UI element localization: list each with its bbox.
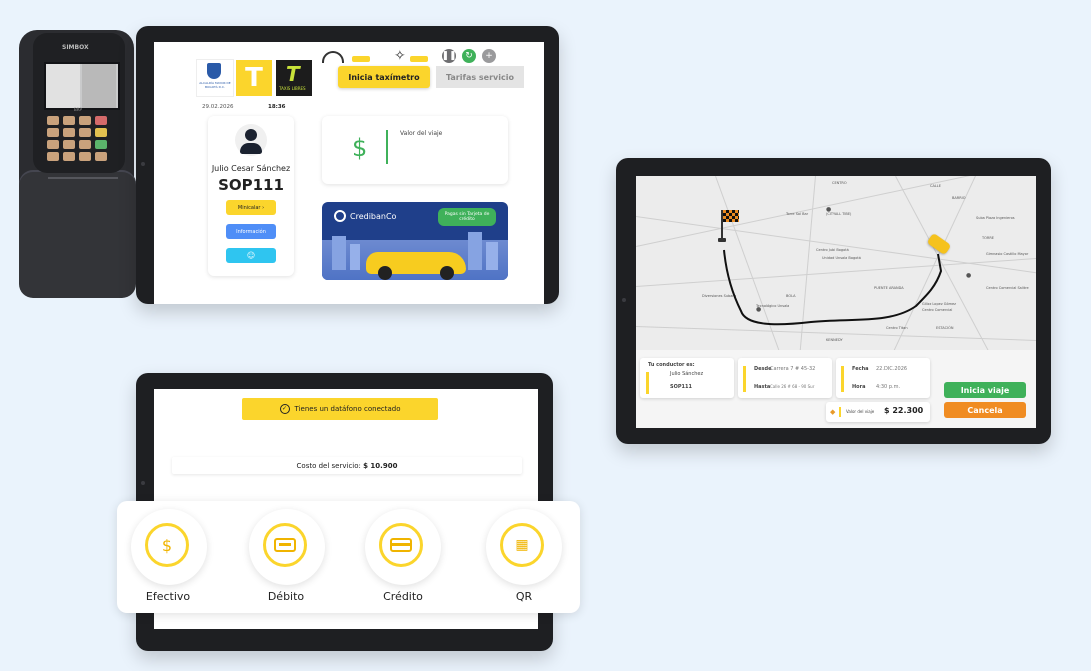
service-cost: Costo del servicio: $ 10.900	[172, 457, 522, 474]
dataphone-brand: SIMBOX	[62, 44, 89, 51]
fare-info-card: ◆ Valor del viaje $ 22.300	[826, 402, 930, 422]
fare-card: $ Valor del viaje	[322, 116, 508, 184]
time-label: 18:36	[268, 104, 286, 110]
gps-indicator	[410, 56, 428, 62]
chat-button[interactable]: ☺	[226, 248, 276, 263]
add-button[interactable]: +	[482, 49, 496, 63]
map-screen: CENTRO Torre Sol Bar (CITYALL TIBE) Cent…	[636, 176, 1036, 428]
credibanco-banner[interactable]: CredibanCo Pagas sin Tarjeta de crédito	[322, 202, 508, 280]
satellite-icon: ✧	[394, 48, 406, 64]
payment-qr-option[interactable]: ▦	[486, 509, 562, 585]
cash-icon: $	[145, 523, 189, 567]
speed-indicator	[352, 56, 370, 62]
tablet-taximeter: ALCALDÍA MAYOR DE BOGOTÁ D.C. T T TAXIS …	[136, 26, 559, 304]
date-label: 29.02.2026	[202, 104, 234, 110]
credit-card-icon	[379, 523, 423, 567]
map-pin-icon: ●	[966, 272, 972, 279]
dataphone-model: BRP	[74, 107, 82, 112]
refresh-button[interactable]: ↻	[462, 49, 476, 63]
dataphone-dock	[19, 170, 136, 298]
driver-plate: SOP111	[218, 176, 284, 194]
fare-label: Valor del viaje	[400, 130, 443, 137]
pause-button[interactable]: ❚❚	[441, 49, 457, 63]
route-path	[723, 249, 943, 326]
check-circle-icon: ✓	[279, 404, 290, 414]
payment-credit-label: Crédito	[383, 590, 423, 603]
start-trip-button[interactable]: Inicia viaje	[944, 382, 1026, 398]
map-pin-icon: ●	[826, 206, 832, 213]
payment-cash-label: Efectivo	[145, 590, 191, 603]
dataphone-keypad	[44, 116, 114, 171]
driver-card: Julio Cesar Sánchez SOP111 Minicalar › I…	[208, 116, 294, 276]
cancel-button[interactable]: Cancela	[944, 402, 1026, 418]
city-logo: ALCALDÍA MAYOR DE BOGOTÁ D.C.	[196, 59, 234, 97]
driver-minicalar-button[interactable]: Minicalar ›	[226, 200, 276, 215]
brand-logo: T	[236, 60, 272, 96]
tablet-map: CENTRO Torre Sol Bar (CITYALL TIBE) Cent…	[616, 158, 1051, 444]
map-pin-icon: ●	[756, 306, 762, 313]
driver-name: Julio Cesar Sánchez	[211, 164, 291, 173]
fare-divider	[386, 130, 388, 164]
qr-code-icon: ▦	[500, 523, 544, 567]
dataphone-notice: ✓ Tienes un datáfono conectado	[242, 398, 438, 420]
credibanco-logo-text: CredibanCo	[350, 212, 397, 221]
debit-card-icon	[263, 523, 307, 567]
banner-cta: Pagas sin Tarjeta de crédito	[438, 208, 496, 226]
canvas: { "dataphone": { "brand": "SIMBOX", "mod…	[0, 0, 1091, 671]
payment-qr-label: QR	[515, 590, 533, 603]
payment-debit-label: Débito	[267, 590, 305, 603]
taximeter-screen: ALCALDÍA MAYOR DE BOGOTÁ D.C. T T TAXIS …	[154, 42, 544, 304]
destination-flag-icon	[723, 210, 739, 222]
payment-credit-option[interactable]	[365, 509, 441, 585]
payment-debit-option[interactable]	[249, 509, 325, 585]
tag-icon: ◆	[830, 408, 836, 416]
driver-info-button[interactable]: Información	[226, 224, 276, 239]
tab-rates[interactable]: Tarifas servicio	[436, 66, 524, 88]
card-slot	[48, 177, 118, 179]
date-info-card: Fecha 22.DIC.2026 Hora 4:30 p.m.	[836, 358, 930, 398]
avatar	[235, 124, 267, 156]
tab-start-taximeter[interactable]: Inicia taxímetro	[338, 66, 430, 88]
driver-info-card: Tu conductor es: Julio Sánchez SOP111	[640, 358, 734, 398]
taxis-libres-logo: T TAXIS LIBRES	[276, 60, 312, 96]
payment-cash-option[interactable]: $	[131, 509, 207, 585]
currency-symbol: $	[352, 134, 368, 162]
speedometer-icon	[322, 51, 344, 63]
dataphone-screen	[44, 62, 120, 110]
route-info-card: Desde Carrera 7 # 45-32 Hasta Calle 26 #…	[738, 358, 832, 398]
